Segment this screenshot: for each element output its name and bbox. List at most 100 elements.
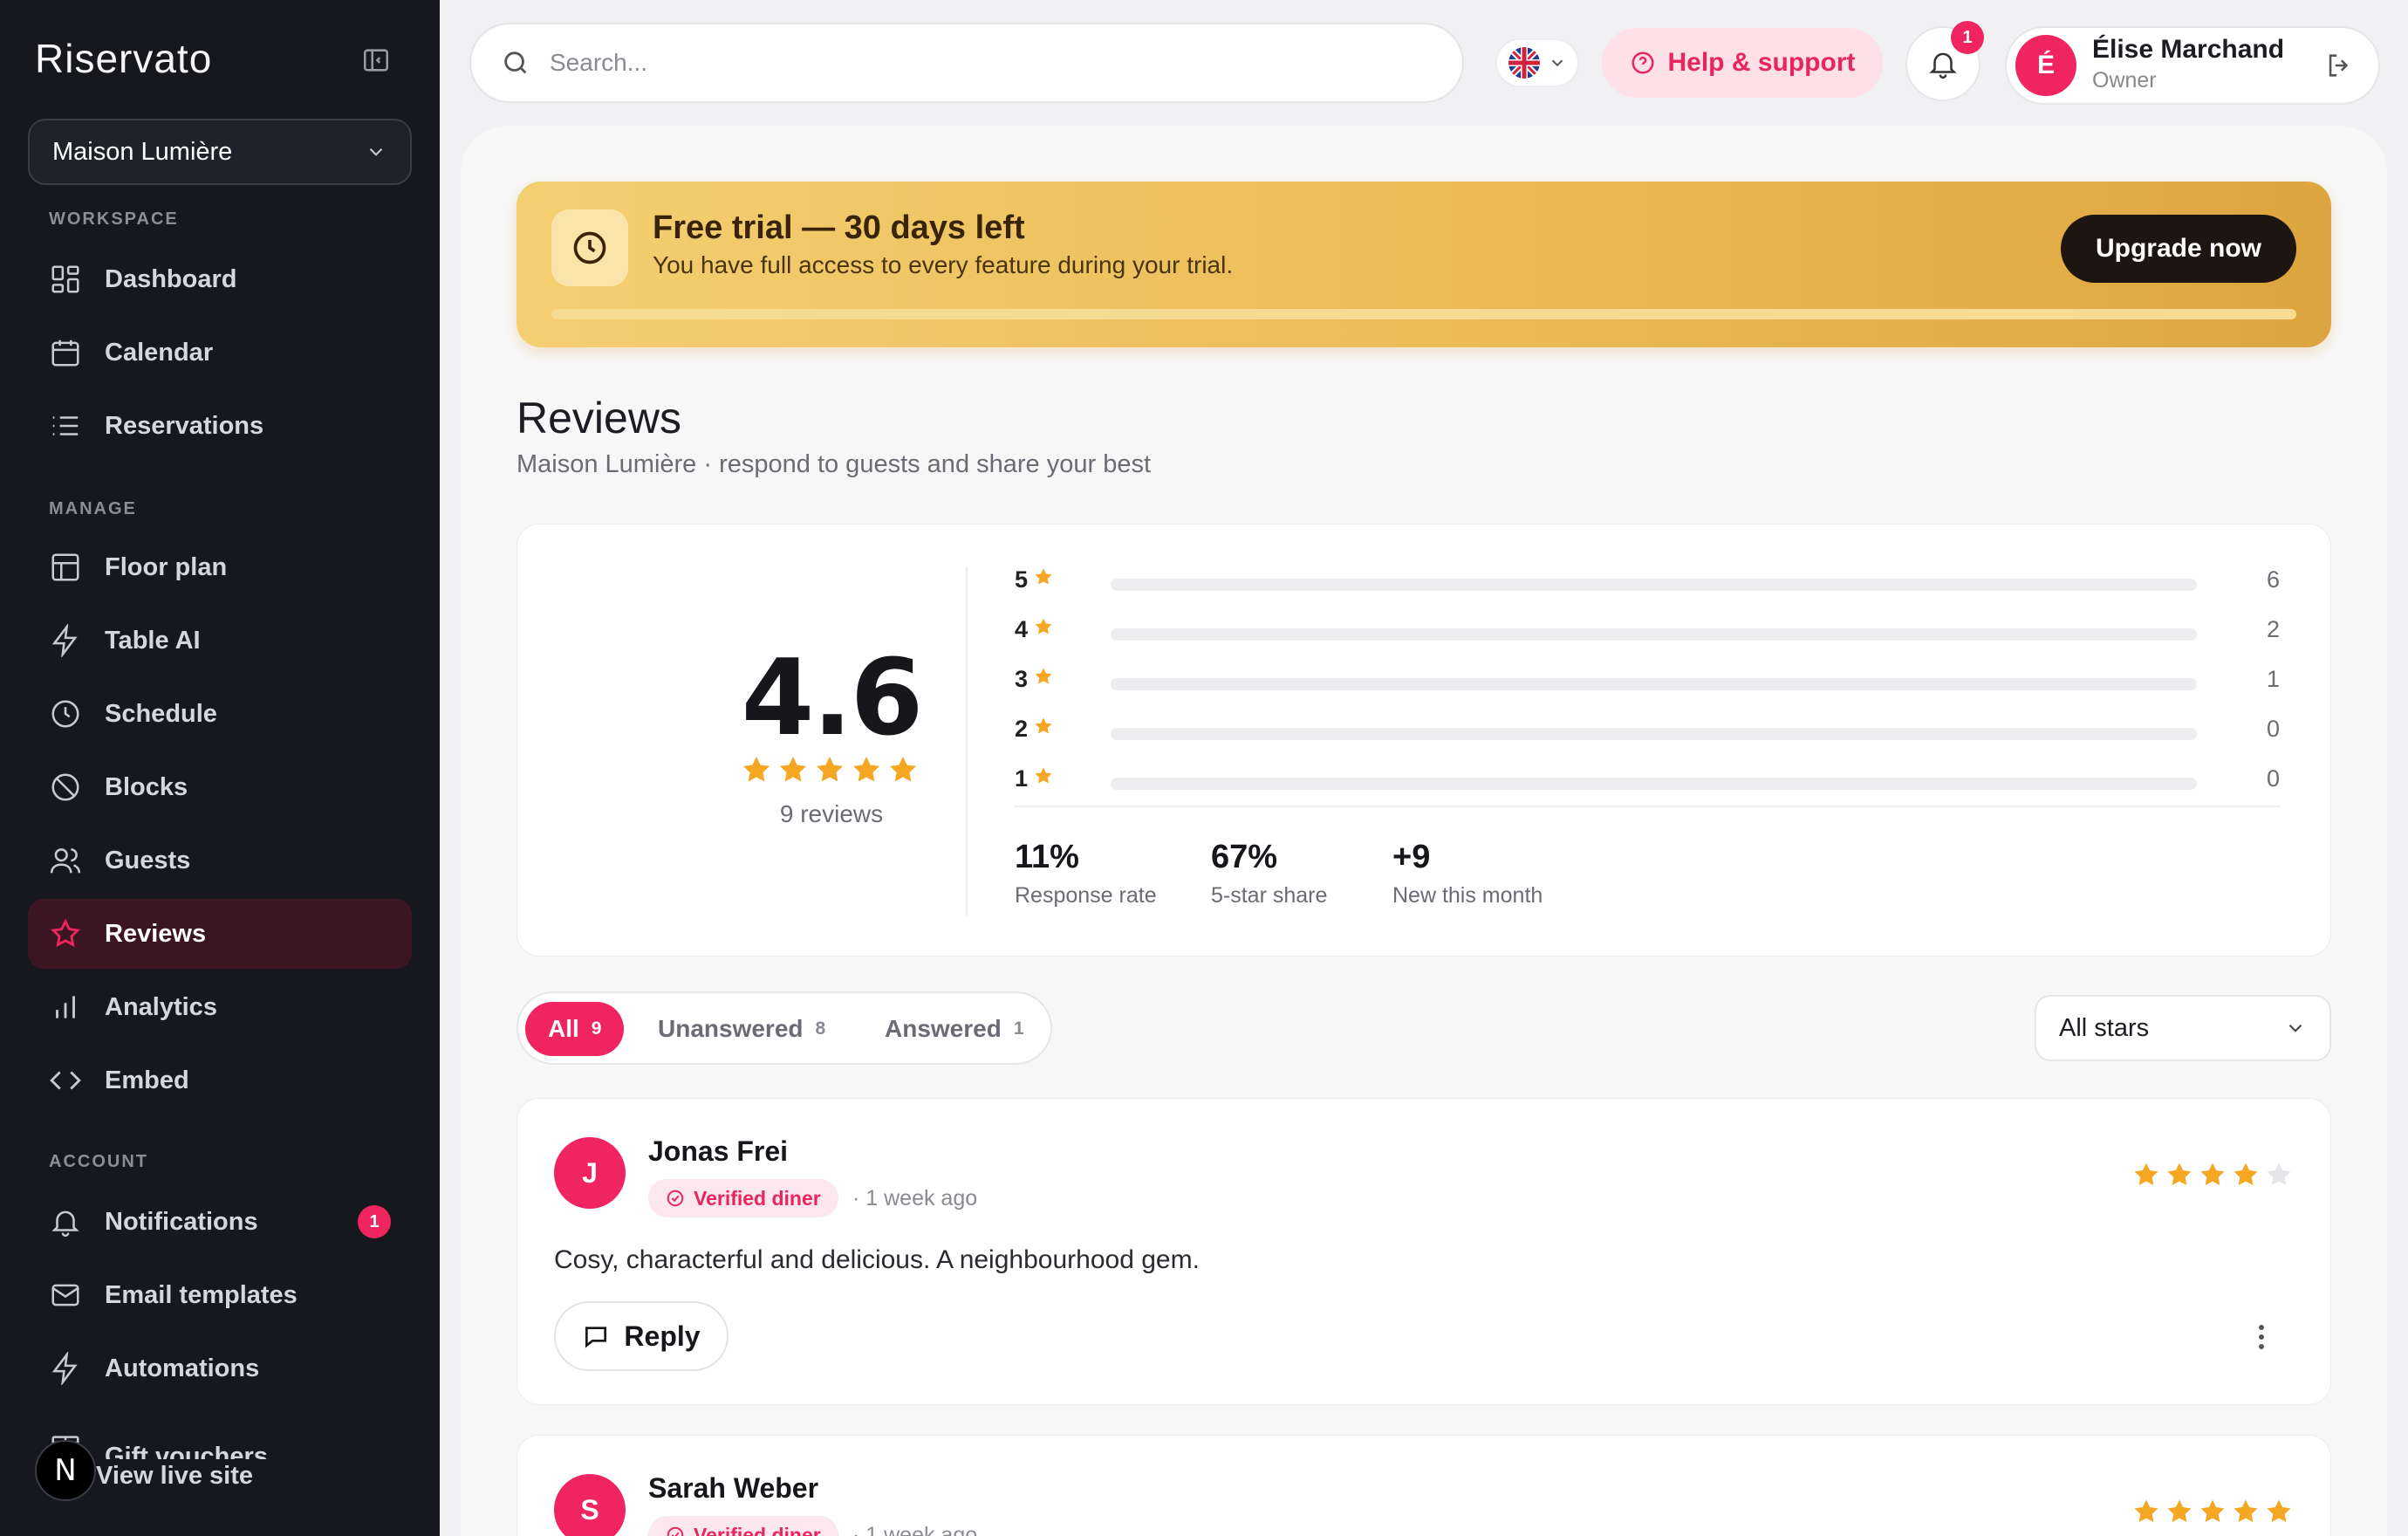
language-selector[interactable] xyxy=(1495,38,1579,87)
sidebar-item-analytics[interactable]: Analytics xyxy=(28,972,412,1042)
collapse-sidebar-icon[interactable] xyxy=(361,45,391,75)
sidebar-item-label: Automations xyxy=(105,1354,260,1382)
page-title: Reviews xyxy=(516,394,681,442)
help-support-label: Help & support xyxy=(1667,48,1856,77)
star-icon xyxy=(2131,1497,2161,1531)
sidebar-item-blocks[interactable]: Blocks xyxy=(28,752,412,822)
reviewer-name: Jonas Frei xyxy=(648,1135,789,1167)
star-icon xyxy=(2165,1160,2194,1194)
section-label-manage: MANAGE xyxy=(49,499,137,518)
clock-icon xyxy=(551,209,628,286)
star-icon xyxy=(2231,1497,2261,1531)
distribution-stars-label: 2 xyxy=(1015,716,1054,743)
user-menu[interactable]: É Élise Marchand Owner xyxy=(2005,26,2380,105)
review-count: 9 reviews xyxy=(779,800,884,827)
average-rating: 4.6 xyxy=(741,638,924,759)
logout-icon[interactable] xyxy=(2324,51,2354,80)
search-bar[interactable] xyxy=(469,23,1464,103)
lightning-icon xyxy=(51,1352,78,1385)
distribution-bar xyxy=(1111,778,2197,790)
reviewer-name: Sarah Weber xyxy=(648,1472,819,1504)
sidebar-item-table-ai[interactable]: Table AI xyxy=(28,606,412,675)
sidebar-item-automations[interactable]: Automations xyxy=(28,1334,412,1403)
help-support-button[interactable]: Help & support xyxy=(1602,28,1883,98)
search-icon xyxy=(504,51,527,74)
sidebar-item-label: Email templates xyxy=(105,1280,298,1309)
star-icon xyxy=(2198,1160,2227,1194)
star-icon xyxy=(1033,666,1054,693)
guests-icon xyxy=(50,848,81,874)
sidebar-item-reservations[interactable]: Reservations xyxy=(28,391,412,461)
star-icon xyxy=(51,918,80,948)
section-label-account: ACCOUNT xyxy=(49,1152,148,1171)
distribution-row: 4 2 xyxy=(1015,616,2280,651)
sidebar-item-embed[interactable]: Embed xyxy=(28,1046,412,1115)
brand-logo: Riservato xyxy=(35,36,213,81)
dashboard-icon xyxy=(51,265,79,293)
distribution-count: 2 xyxy=(2266,616,2280,642)
distribution-row: 5 6 xyxy=(1015,566,2280,601)
sidebar: Riservato Maison Lumière WORKSPACE Dashb… xyxy=(0,0,440,1536)
trial-banner: Free trial — 30 days left You have full … xyxy=(516,182,2331,347)
trial-title: Free trial — 30 days left xyxy=(653,209,1025,246)
tab-answered[interactable]: Answered 1 xyxy=(885,1002,1024,1056)
star-icon xyxy=(813,753,846,791)
sidebar-item-calendar[interactable]: Calendar xyxy=(28,318,412,387)
notifications-badge: 1 xyxy=(358,1205,391,1238)
search-input[interactable] xyxy=(550,49,1335,77)
check-circle-icon xyxy=(667,1190,684,1207)
distribution-count: 0 xyxy=(2266,765,2280,792)
star-icon xyxy=(1033,566,1054,593)
list-icon xyxy=(52,416,79,435)
verified-badge: Verified diner xyxy=(648,1516,838,1536)
stars-filter-select[interactable]: All stars xyxy=(2035,995,2331,1061)
sidebar-item-label: Analytics xyxy=(105,992,217,1021)
star-icon xyxy=(776,753,810,791)
sidebar-item-floor-plan[interactable]: Floor plan xyxy=(28,532,412,602)
venue-name: Maison Lumière xyxy=(52,137,233,166)
sidebar-item-label: Dashboard xyxy=(105,264,237,293)
star-icon xyxy=(2231,1160,2261,1194)
reply-button[interactable]: Reply xyxy=(554,1301,729,1371)
sidebar-item-label: Embed xyxy=(105,1066,189,1094)
sidebar-item-label: Floor plan xyxy=(105,552,228,581)
view-live-site-link[interactable]: View live site xyxy=(96,1462,253,1491)
block-icon xyxy=(51,773,79,801)
sidebar-item-schedule[interactable]: Schedule xyxy=(28,679,412,749)
sidebar-item-notifications[interactable]: Notifications 1 xyxy=(28,1187,412,1257)
tab-all[interactable]: All 9 xyxy=(525,1002,625,1056)
review-card: S Sarah Weber Verified diner · 1 week ag… xyxy=(516,1435,2331,1536)
review-time: · 1 week ago xyxy=(852,1523,978,1536)
review-time: · 1 week ago xyxy=(852,1186,978,1210)
sidebar-item-label: Calendar xyxy=(105,338,214,367)
sidebar-item-label: Blocks xyxy=(105,772,188,801)
sidebar-item-label: Reviews xyxy=(105,919,207,948)
sidebar-item-reviews[interactable]: Reviews xyxy=(28,899,412,969)
divider xyxy=(966,566,968,915)
clock-icon xyxy=(51,700,79,728)
verified-badge: Verified diner xyxy=(648,1179,838,1217)
sidebar-item-dashboard[interactable]: Dashboard xyxy=(28,244,412,314)
sidebar-item-guests[interactable]: Guests xyxy=(28,826,412,895)
distribution-count: 1 xyxy=(2266,666,2280,692)
distribution-count: 0 xyxy=(2266,716,2280,742)
sidebar-item-label: Reservations xyxy=(105,411,264,440)
venue-selector[interactable]: Maison Lumière xyxy=(28,119,412,185)
uk-flag-icon xyxy=(1508,47,1540,79)
star-icon xyxy=(2165,1497,2194,1531)
star-icon xyxy=(2198,1497,2227,1531)
lightning-icon xyxy=(51,624,78,657)
distribution-stars-label: 4 xyxy=(1015,616,1054,643)
upgrade-button[interactable]: Upgrade now xyxy=(2061,215,2296,283)
review-filter-tabs: All 9 Unanswered 8 Answered 1 xyxy=(516,991,1052,1065)
chevron-down-icon xyxy=(1551,59,1563,67)
help-circle-icon xyxy=(1632,51,1653,74)
next-dev-badge[interactable]: N xyxy=(35,1440,96,1501)
floor-plan-icon xyxy=(51,553,79,581)
distribution-row: 2 0 xyxy=(1015,716,2280,751)
tab-unanswered[interactable]: Unanswered 8 xyxy=(658,1002,825,1056)
star-icon xyxy=(1033,716,1054,743)
star-icon xyxy=(2131,1160,2161,1194)
more-options-icon[interactable] xyxy=(2248,1324,2275,1350)
sidebar-item-email-templates[interactable]: Email templates xyxy=(28,1260,412,1330)
